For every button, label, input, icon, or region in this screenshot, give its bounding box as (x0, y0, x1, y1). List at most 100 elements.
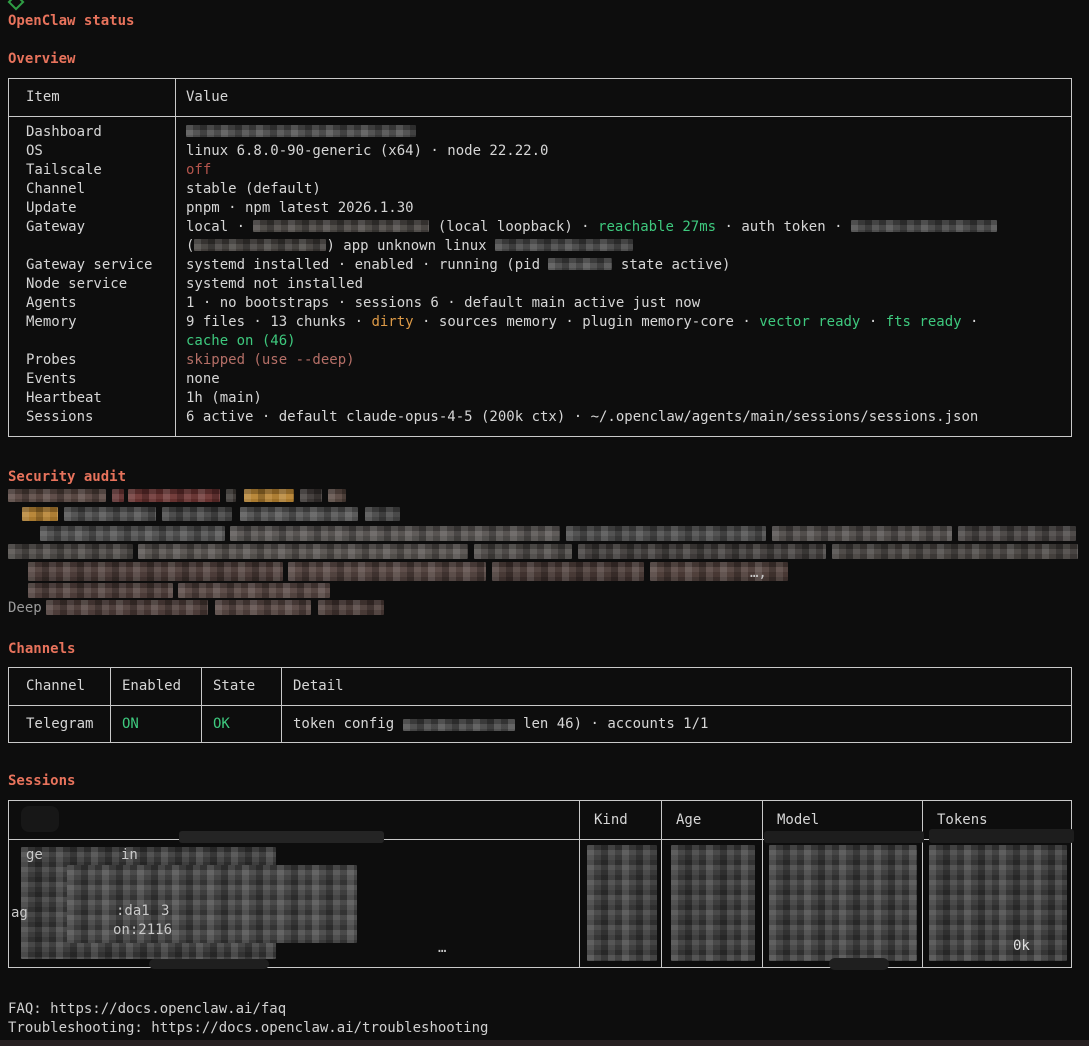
redacted-text (226, 489, 236, 502)
overview-value-memory-1: 9 files · 13 chunks · dirty · sources me… (186, 313, 1071, 332)
gateway-paren: ( (186, 238, 194, 254)
redacted-text (403, 719, 515, 731)
redaction-fragment: …, (750, 564, 767, 583)
redacted-text (230, 526, 560, 541)
redacted-text (28, 562, 283, 581)
overview-value-memory-2: cache on (46) (186, 332, 1071, 351)
gateway-local-label: local · (186, 219, 245, 235)
page-title: OpenClaw status (8, 12, 134, 31)
redacted-text (832, 544, 1078, 559)
redacted-text (288, 562, 486, 581)
overview-item-probes: Probes (26, 351, 175, 370)
overview-item-events: Events (26, 370, 175, 389)
channels-table: Channel Enabled State Detail Telegram ON… (8, 667, 1072, 743)
overview-value-column: linux 6.8.0-90-generic (x64) · node 22.2… (176, 117, 1071, 437)
sessions-heading: Sessions (8, 772, 75, 791)
redaction-scribble (764, 831, 924, 843)
session-fragment: ag (11, 904, 28, 923)
overview-value-gateway-1: local · (local loopback) · reachable 27m… (186, 218, 1071, 237)
redacted-text (138, 544, 468, 559)
session-fragment: 0k (1013, 937, 1030, 956)
overview-value-agents: 1 · no bootstraps · sessions 6 · default… (186, 294, 1071, 313)
redacted-text (194, 239, 326, 251)
redacted-text (851, 220, 997, 232)
channels-row-telegram: Telegram ON OK token config len 46) · ac… (9, 706, 1071, 743)
overview-item-node-service: Node service (26, 275, 175, 294)
redaction-scribble (829, 958, 889, 970)
channels-heading: Channels (8, 640, 75, 659)
redacted-text (186, 125, 416, 137)
overview-value-tailscale: off (186, 161, 1071, 180)
redacted-text (128, 489, 220, 502)
overview-table-header: Item Value (9, 79, 1071, 117)
overview-item-channel: Channel (26, 180, 175, 199)
redacted-text (958, 526, 1076, 541)
overview-value-os: linux 6.8.0-90-generic (x64) · node 22.2… (186, 142, 1071, 161)
overview-header-value: Value (176, 79, 1071, 116)
redacted-text (8, 544, 133, 559)
channel-name: Telegram (9, 706, 111, 743)
status-diamond-icon (8, 0, 25, 10)
gateway-service-state-label: state active) (621, 257, 731, 273)
redacted-text (671, 845, 755, 961)
overview-value-dashboard (186, 123, 1071, 142)
session-fragment: :da1 (116, 902, 150, 921)
redacted-text (64, 507, 156, 521)
channels-header-state: State (202, 668, 282, 705)
overview-value-sessions: 6 active · default claude-opus-4-5 (200k… (186, 408, 1071, 427)
overview-table: Item Value Dashboard OS Tailscale Channe… (8, 78, 1072, 437)
redacted-text (300, 489, 322, 502)
redacted-text (929, 845, 1067, 961)
channel-detail: token config len 46) · accounts 1/1 (282, 706, 1071, 743)
memory-fts-label: fts ready (886, 314, 962, 330)
redacted-text (178, 583, 330, 598)
security-audit-redacted-block: …, Deep (0, 487, 1089, 622)
redacted-text (215, 600, 311, 615)
column-divider (579, 801, 580, 967)
channel-state-badge: OK (202, 706, 282, 743)
redacted-text (492, 562, 644, 581)
session-fragment: … (438, 939, 446, 958)
redacted-text (365, 507, 400, 521)
gateway-auth-label: · auth token · (725, 219, 843, 235)
overview-item-tailscale: Tailscale (26, 161, 175, 180)
overview-value-channel: stable (default) (186, 180, 1071, 199)
faq-label: FAQ: (8, 1001, 42, 1017)
session-fragment: ge (26, 846, 43, 865)
overview-item-gateway: Gateway (26, 218, 175, 237)
gateway-service-label: systemd installed · enabled · running (p… (186, 257, 540, 273)
channel-detail-prefix: token config (293, 715, 394, 734)
security-audit-heading: Security audit (8, 468, 126, 487)
redacted-text (328, 489, 346, 502)
overview-item-update: Update (26, 199, 175, 218)
column-divider (661, 801, 662, 967)
redacted-text (46, 600, 208, 615)
sessions-header-kind: Kind (579, 801, 661, 839)
redacted-text (40, 526, 225, 541)
session-fragment: on:2116 (113, 921, 172, 940)
channels-header-enabled: Enabled (111, 668, 202, 705)
overview-item-memory: Memory (26, 313, 175, 332)
bottom-edge-bar (0, 1040, 1089, 1046)
column-divider (922, 801, 923, 967)
gateway-app-label: ) app unknown linux (326, 238, 486, 254)
redacted-text (772, 526, 952, 541)
redacted-text (112, 489, 124, 502)
overview-value-probes: skipped (use --deep) (186, 351, 1071, 370)
overview-value-heartbeat: 1h (main) (186, 389, 1071, 408)
faq-url[interactable]: https://docs.openclaw.ai/faq (50, 1001, 286, 1017)
sessions-header-age: Age (661, 801, 762, 839)
redacted-text (8, 489, 106, 502)
overview-value-node-service: systemd not installed (186, 275, 1071, 294)
channels-header-channel: Channel (9, 668, 111, 705)
overview-heading: Overview (8, 50, 75, 69)
troubleshooting-line: Troubleshooting: https://docs.openclaw.a… (8, 1019, 488, 1038)
redacted-text (769, 845, 917, 961)
redaction-scribble (929, 829, 1074, 843)
channel-detail-suffix: len 46) · accounts 1/1 (523, 715, 708, 734)
memory-vector-label: vector ready (759, 314, 860, 330)
spacer-line (26, 332, 175, 351)
troubleshooting-url[interactable]: https://docs.openclaw.ai/troubleshooting (151, 1020, 488, 1036)
session-fragment: 3 (161, 902, 169, 921)
gateway-loopback-label: (local loopback) · (438, 219, 590, 235)
